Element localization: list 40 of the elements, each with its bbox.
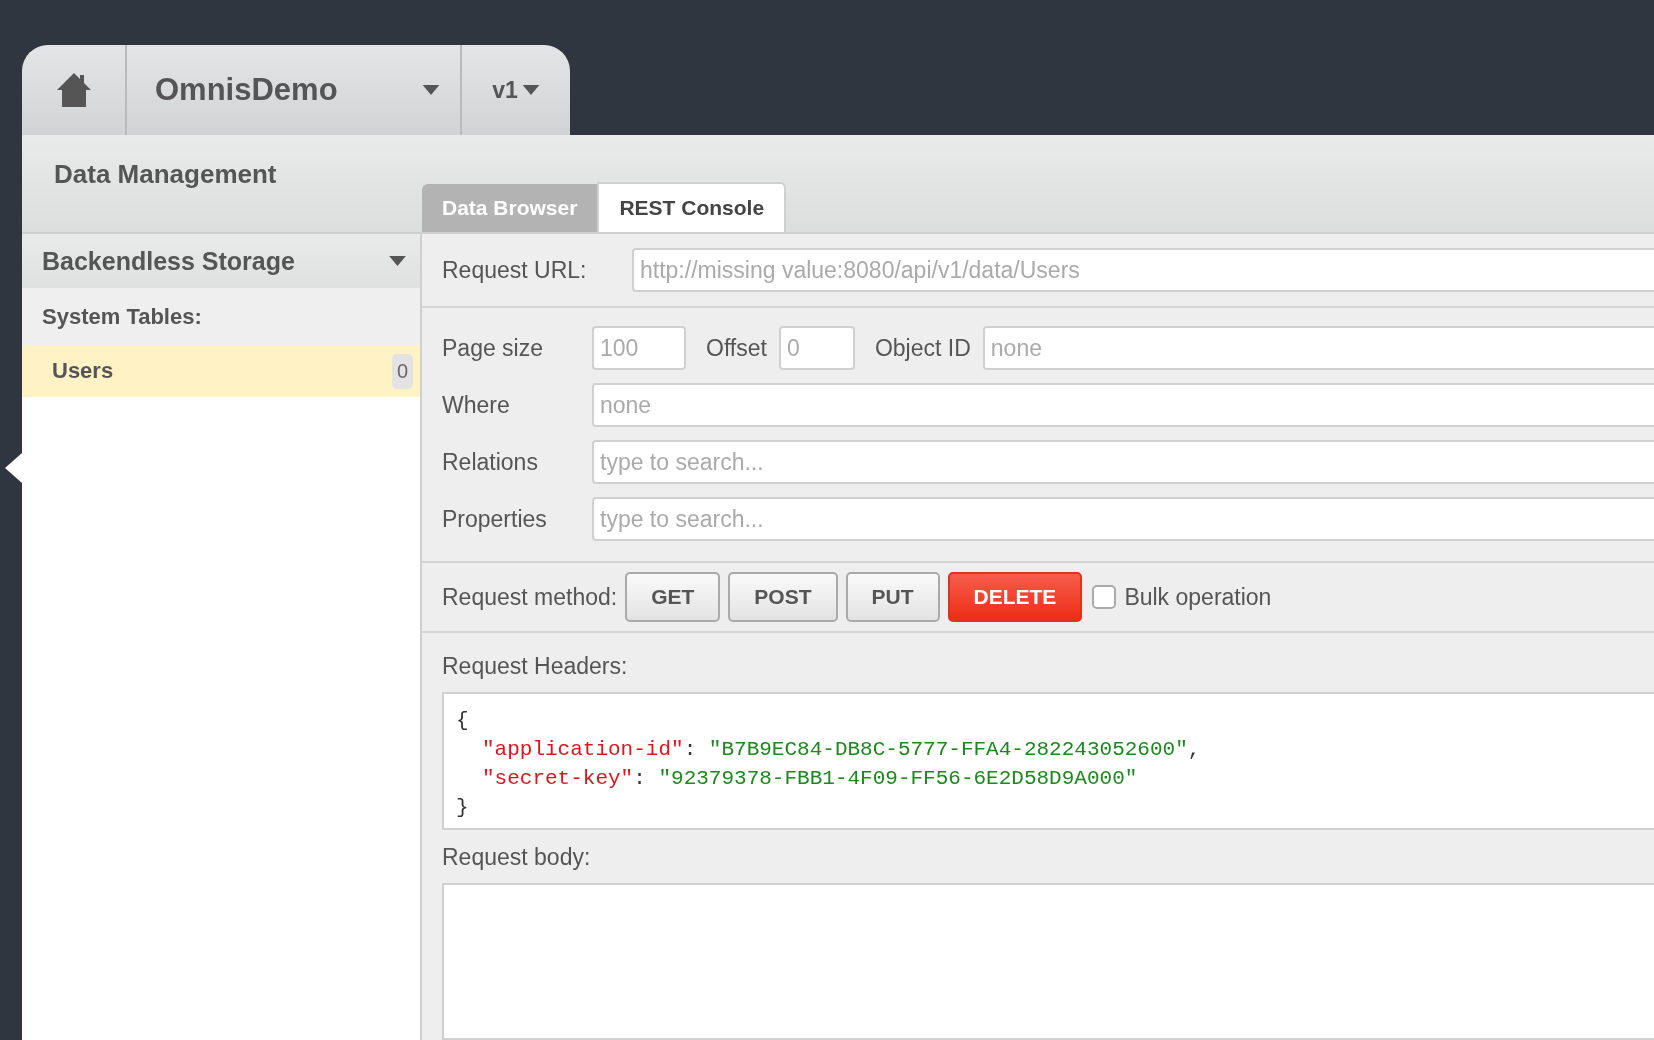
table-name: Users (52, 358, 114, 384)
caret-icon (389, 256, 406, 266)
code-line: "secret-key": "92379378-FBB1-4F09-FF56-6E2D58D9A000" (481, 766, 1139, 792)
caret-icon (521, 85, 540, 95)
headers-editor[interactable]: { "application-id": "B7B9EC84-DB8C-5777-FFA4-282243052600", "secret-key": "92379378-FBB1-4F09-FF56-6E2D58D9A000" } (442, 692, 1654, 830)
field-label: Object ID (874, 334, 971, 362)
storage-section-header[interactable]: Backendless Storage (22, 232, 420, 288)
field-label: Page size (442, 334, 544, 362)
caret-icon (422, 85, 440, 95)
method-button[interactable]: GET (625, 572, 721, 622)
page-size-field[interactable]: 100 (592, 326, 686, 370)
section-label: Request Headers: (442, 653, 629, 680)
page-title: Data Management (54, 159, 277, 189)
relations-search-field[interactable]: type to search... (592, 440, 1654, 484)
code-line: } (456, 795, 470, 821)
method-button[interactable]: PUT (845, 572, 940, 622)
bulk-checkbox[interactable] (1092, 585, 1117, 609)
field-label: Offset (706, 334, 767, 362)
code-line: "application-id": "B7B9EC84-DB8C-5777-FFA4-282243052600", (481, 737, 1202, 763)
group-label: System Tables: (42, 303, 202, 330)
field-label: Relations (442, 448, 539, 476)
field-label: Where (442, 391, 511, 419)
where-field[interactable]: none (592, 383, 1654, 427)
object-id-field[interactable]: none (982, 326, 1654, 370)
version-selector[interactable]: v1 (462, 45, 570, 135)
offset-field[interactable]: 0 (778, 326, 855, 370)
table-item[interactable]: Users 0 (22, 345, 420, 397)
field-label: Request URL: (442, 256, 588, 284)
code-line: { (456, 708, 470, 734)
section-label: Request body: (442, 844, 592, 871)
tab[interactable]: REST Console (597, 182, 787, 232)
method-button[interactable]: DELETE (947, 572, 1083, 622)
field-label: Bulk operation (1124, 583, 1272, 611)
url-field[interactable]: http://missing value:8080/api/v1/data/Users (632, 248, 1654, 292)
record-count: 0 (391, 353, 413, 389)
field-label: Properties (442, 505, 548, 533)
field-label: Request method: (442, 583, 618, 611)
section-title: Backendless Storage (42, 246, 295, 276)
properties-search-field[interactable]: type to search... (592, 497, 1654, 541)
method-button[interactable]: POST (728, 572, 838, 622)
